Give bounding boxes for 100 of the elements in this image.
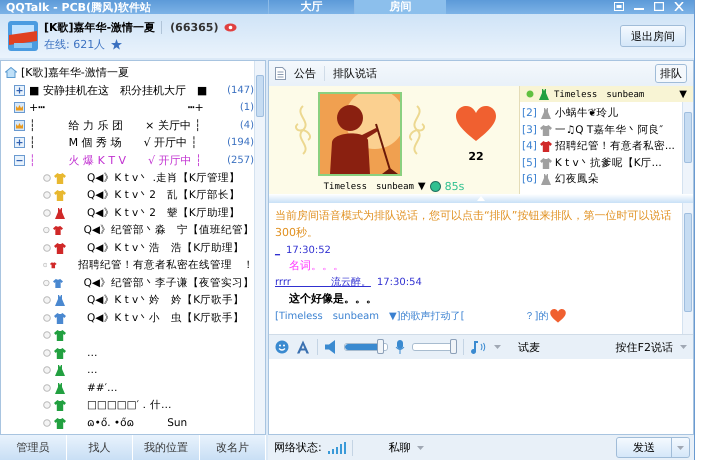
online-dot-icon (526, 90, 534, 98)
caret-icon[interactable] (416, 446, 424, 450)
eye-icon[interactable] (224, 23, 238, 32)
star-icon[interactable] (111, 39, 122, 50)
status-icon (43, 226, 50, 234)
message-text: 名词。。。 (288, 258, 345, 273)
queue-button[interactable]: 排队 (655, 64, 687, 83)
singer-name: Timeless sunbeam (554, 88, 644, 100)
user-name[interactable]: Q◀》K t v丶浩 浩【K厅助理】 (87, 240, 244, 255)
scrollbar[interactable] (682, 203, 693, 334)
heart-count: 22 (468, 150, 484, 162)
queue-index: [5] (522, 156, 537, 169)
bottom-button[interactable]: 管理员 (0, 435, 66, 460)
system-notice: 当前房间语音模式为排队说话，您可以点击“排队”按钮来排队，第一位时可以说话300秒。 (275, 208, 672, 241)
music-note-icon[interactable] (471, 340, 487, 354)
user-name[interactable]: □□□□□′．什… (87, 398, 172, 412)
exit-room-button[interactable]: 退出房间 (620, 25, 686, 47)
slider-handle[interactable] (376, 339, 384, 354)
font-icon[interactable] (296, 340, 310, 354)
slider-handle[interactable] (450, 339, 457, 354)
panel-tab[interactable]: 公告 (294, 66, 325, 81)
singer-name: Timeless sunbeam (324, 181, 414, 193)
status-icon (43, 174, 51, 182)
queue-user-name[interactable]: 小蜗牛❦玲儿 (554, 106, 619, 120)
sender-name[interactable]: _ (275, 245, 280, 256)
volume-slider[interactable] (344, 340, 388, 354)
bottom-button[interactable]: 我的位置 (133, 435, 200, 460)
channel-name[interactable]: ┆ 给 力 乐 团 × 关厅中 ┆ (29, 118, 236, 133)
user-name[interactable]: Q◀》纪管部丶淼 宁【值班纪管】 (84, 223, 254, 238)
timer-icon (430, 181, 441, 192)
send-options-button[interactable] (672, 437, 690, 458)
microphone-icon[interactable] (395, 340, 405, 354)
heart-icon[interactable] (456, 106, 496, 142)
user-name[interactable]: ##′… (87, 382, 118, 394)
caret-icon[interactable] (680, 345, 687, 349)
emoji-icon[interactable] (275, 340, 289, 354)
status-icon (43, 296, 51, 304)
room-name: [K歌]嘉年华-激情一夏 (44, 20, 156, 35)
window-title: QQTalk - PCB(腾风)软件站 (5, 2, 152, 14)
user-name[interactable]: ɷ•ő. •őɷ Sun (87, 416, 188, 430)
scrollbar[interactable] (254, 61, 265, 434)
dropdown-mark[interactable]: ▼ (679, 88, 687, 100)
caret-icon (677, 446, 684, 450)
user-name[interactable]: … (87, 364, 98, 376)
talk-mode[interactable]: 按住F2说话 (616, 340, 673, 354)
microphone-slider[interactable] (412, 340, 456, 354)
user-name[interactable]: 招聘纪管！有意者私密在线管理 ！ (78, 258, 254, 272)
room-logo-icon (8, 21, 38, 51)
timer: 85s (444, 180, 464, 193)
user-name[interactable]: Q◀》纪管部丶李子谦【夜管实习】 (84, 276, 254, 290)
expander-icon[interactable] (14, 137, 25, 148)
channel-name[interactable]: ┆ M 個 秀 场 √ 开厅中 ┆ (29, 135, 224, 150)
message-time: 17:30:54 (376, 276, 422, 288)
channel-name[interactable]: ┆ 火 爆 K T V √ 开厅中 ┆ (29, 152, 224, 168)
message-text: 这个好像是。。。 (288, 291, 378, 306)
user-name[interactable]: Q◀》K t v丶 .走肖【K厅管理】 (87, 170, 240, 185)
dropdown-mark[interactable]: ▼ (418, 181, 426, 192)
member-count: (194) (227, 137, 254, 148)
member-count: (1) (240, 102, 254, 114)
heart-icon (550, 309, 566, 323)
user-name[interactable]: Q◀》K t v丶2 乱【K厅部长】 (87, 188, 240, 202)
bottom-button[interactable]: 改名片 (200, 435, 266, 460)
mic-test-label[interactable]: 试麦 (518, 340, 540, 354)
user-name[interactable]: Q◀》K t v丶妗 妗【K厅歌手】 (87, 293, 244, 308)
private-chat-selector[interactable]: 私聊 (388, 440, 411, 455)
status-icon (43, 331, 51, 340)
send-button[interactable]: 发送 (616, 437, 672, 458)
network-status-label: 网络状态: (274, 440, 322, 455)
user-name[interactable]: Q◀》K t v丶小 虫【K厅歌手】 (87, 310, 244, 325)
queue-index: [4] (522, 140, 537, 152)
speaker-icon[interactable] (325, 340, 337, 354)
member-count: (4) (240, 120, 254, 131)
panel-tab[interactable]: 排队说话 (333, 66, 385, 81)
user-name[interactable]: … (87, 346, 98, 359)
expander-icon[interactable] (14, 84, 25, 96)
dress-icon (538, 88, 550, 100)
room-id: (66365) (161, 21, 218, 34)
queue-user-name[interactable]: 招聘纪管！有意者私密... (554, 139, 675, 154)
queue-index: [2] (522, 107, 537, 120)
caret-icon[interactable] (494, 345, 501, 349)
status-icon (43, 384, 51, 392)
queue-user-name[interactable]: K t v丶抗爹呢【K厅... (554, 156, 662, 170)
tree-root[interactable]: [K歌]嘉年华-激情一夏 (21, 65, 129, 80)
maximize-icon[interactable] (654, 2, 664, 11)
user-name[interactable]: Q◀》K t v丶2 颦【K厅助理】 (87, 206, 240, 220)
expander-icon[interactable] (14, 154, 25, 166)
bottom-button[interactable]: 找人 (66, 435, 133, 460)
queue-user-name[interactable]: 一♫Q T嘉年华丶阿良″ (554, 122, 664, 137)
status-icon (43, 261, 48, 270)
close-icon[interactable] (674, 2, 684, 11)
sender-name[interactable]: rrrr 流云醉。 (275, 275, 371, 289)
channel-name[interactable]: ■ 安静挂机在这 积分挂机大厅 ■ (29, 82, 224, 98)
document-icon[interactable] (275, 67, 286, 80)
message-time: 17:30:52 (286, 245, 331, 256)
scrollbar[interactable] (682, 102, 693, 194)
status-icon (43, 348, 51, 357)
queue-user-name[interactable]: 幻夜鳳朵 (554, 172, 599, 186)
channel-name[interactable]: +┅ ┅+ (29, 100, 236, 116)
gift-message: [Timeless sunbeam ▼]的歌声打动了[ ？]的 (275, 310, 548, 323)
member-count: (257) (227, 154, 254, 166)
